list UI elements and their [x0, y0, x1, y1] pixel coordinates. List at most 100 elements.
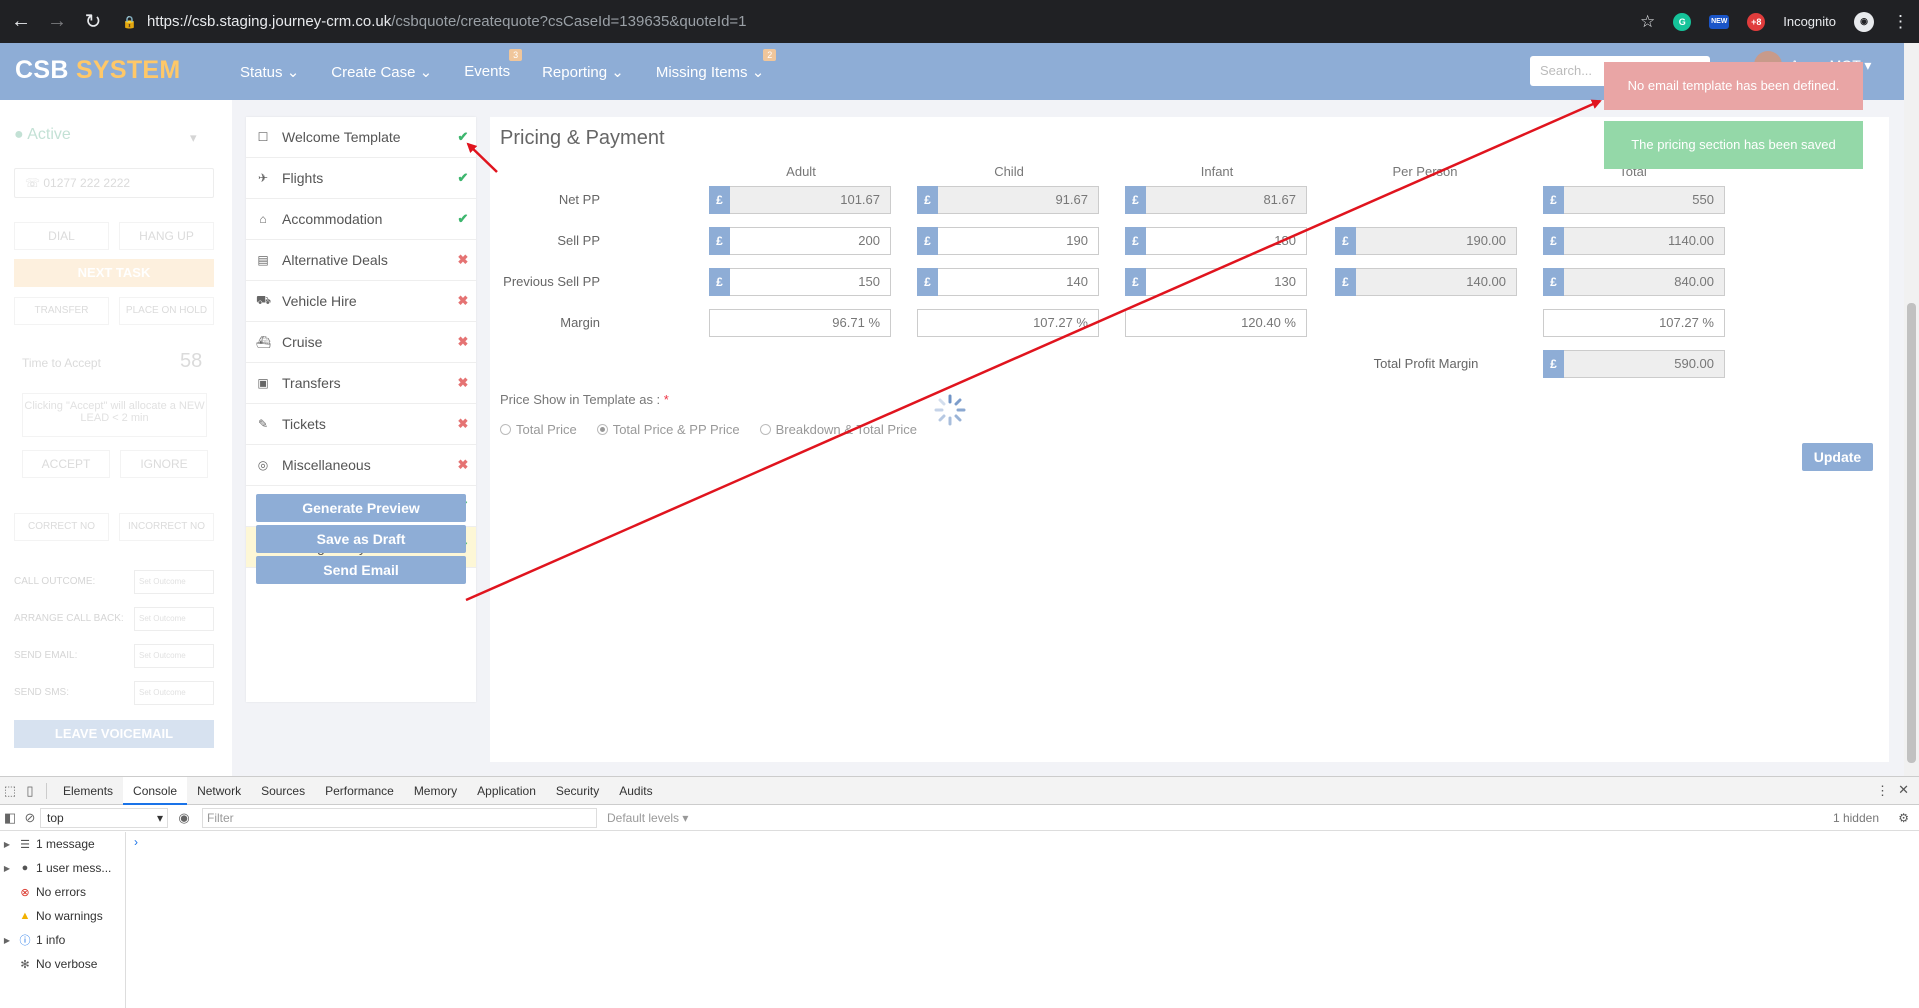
success-toast[interactable]: The pricing section has been saved: [1604, 121, 1863, 169]
leave-voicemail-button[interactable]: LEAVE VOICEMAIL: [14, 720, 214, 748]
devtools-tab-sources[interactable]: Sources: [251, 777, 315, 805]
devtools-tab-console[interactable]: Console: [123, 776, 188, 805]
console-prompt[interactable]: ›: [134, 835, 138, 849]
back-icon[interactable]: ←: [6, 7, 36, 37]
radio-dot-selected[interactable]: [596, 424, 608, 435]
star-icon[interactable]: ☆: [1640, 12, 1655, 32]
section-accommodation[interactable]: ⌂ Accommodation ✔: [246, 199, 476, 240]
sell-pp-infant-value[interactable]: 180: [1146, 227, 1307, 255]
radio-total-and-pp-price[interactable]: Total Price & PP Price: [596, 422, 740, 437]
devtools-tab-application[interactable]: Application: [467, 777, 546, 805]
transfer-button[interactable]: TRANSFER: [14, 297, 109, 325]
grammarly-icon[interactable]: G: [1673, 12, 1692, 31]
console-filter-item[interactable]: ▶ ● 1 user mess...: [0, 856, 125, 880]
margin-label: Margin: [560, 315, 600, 330]
eye-icon[interactable]: ◉: [174, 804, 194, 832]
radio-breakdown-total-price[interactable]: Breakdown & Total Price: [759, 422, 917, 437]
prev-sell-pp-adult[interactable]: £150: [709, 268, 891, 296]
ignore-button[interactable]: IGNORE: [120, 450, 208, 478]
section-welcome-template[interactable]: ☐ Welcome Template ✔: [246, 117, 476, 158]
sell-pp-adult-value[interactable]: 200: [730, 227, 891, 255]
prev-sell-pp-infant[interactable]: £130: [1125, 268, 1307, 296]
section-miscellaneous[interactable]: ◎ Miscellaneous ✖: [246, 445, 476, 486]
generate-preview-button[interactable]: Generate Preview: [256, 494, 466, 522]
page-scrollbar[interactable]: [1904, 43, 1919, 776]
reload-icon[interactable]: ↻: [78, 7, 108, 37]
console-filter-item[interactable]: ▶ ☰ 1 message: [0, 832, 125, 856]
section-vehicle-hire[interactable]: ⛟ Vehicle Hire ✖: [246, 281, 476, 322]
next-task-button[interactable]: NEXT TASK: [14, 259, 214, 287]
console-filter-item[interactable]: ✻ No verbose: [0, 952, 125, 976]
section-tickets[interactable]: ✎ Tickets ✖: [246, 404, 476, 445]
radio-total-price[interactable]: Total Price: [500, 422, 577, 437]
hidden-count: 1 hidden: [1832, 810, 1879, 825]
chevron-down-icon[interactable]: ▾: [190, 130, 197, 146]
devtools-tab-memory[interactable]: Memory: [404, 777, 467, 805]
context-select[interactable]: top ▾: [40, 807, 168, 828]
total-profit-margin: £590.00: [1543, 350, 1725, 378]
prev-sell-pp-child-value[interactable]: 140: [938, 268, 1099, 296]
send-email-button[interactable]: Send Email: [256, 556, 466, 584]
section-transfers[interactable]: ▣ Transfers ✖: [246, 363, 476, 404]
save-as-draft-button[interactable]: Save as Draft: [256, 525, 466, 553]
clear-console-icon[interactable]: ⊘: [20, 804, 40, 832]
agent-status-label: Active: [27, 126, 71, 143]
sell-pp-adult[interactable]: £200: [709, 227, 891, 255]
console-filter-item[interactable]: ⊗ No errors: [0, 880, 125, 904]
send-email-select[interactable]: Set Outcome: [134, 644, 214, 668]
incognito-icon[interactable]: ◉: [1854, 11, 1874, 32]
radio-dot[interactable]: [500, 424, 511, 435]
agent-status[interactable]: ● Active: [14, 126, 71, 144]
nav-create-case[interactable]: Create Case ⌄: [331, 63, 432, 81]
devtools-tab-audits[interactable]: Audits: [609, 777, 662, 805]
arrange-call-back-select[interactable]: Set Outcome: [134, 607, 214, 631]
send-sms-select[interactable]: Set Outcome: [134, 681, 214, 705]
levels-select[interactable]: Default levels ▾: [607, 811, 688, 825]
devtools-menu-icon[interactable]: ⋮: [1876, 783, 1889, 799]
incorrect-no-button[interactable]: INCORRECT NO: [119, 513, 214, 541]
gear-icon[interactable]: ⚙: [1898, 811, 1909, 825]
devtools-tab-performance[interactable]: Performance: [315, 777, 404, 805]
sell-pp-child-value[interactable]: 190: [938, 227, 1099, 255]
inspect-icon[interactable]: ⬚: [0, 777, 20, 805]
console-filter-input[interactable]: Filter: [202, 807, 597, 828]
nav-missing-items[interactable]: Missing Items ⌄ 2: [656, 48, 777, 81]
dial-button[interactable]: DIAL: [14, 222, 109, 250]
place-on-hold-button[interactable]: PLACE ON HOLD: [119, 297, 214, 325]
hang-up-button[interactable]: HANG UP: [119, 222, 214, 250]
brand-logo[interactable]: CSB SYSTEM: [15, 56, 181, 85]
nav-events[interactable]: Events 3: [464, 49, 523, 80]
console-filter-item[interactable]: ▶ ⓘ 1 info: [0, 928, 125, 952]
radio-dot[interactable]: [759, 424, 771, 435]
browser-menu-icon[interactable]: ⋮: [1892, 12, 1909, 32]
accept-button[interactable]: ACCEPT: [22, 450, 110, 478]
correct-no-button[interactable]: CORRECT NO: [14, 513, 109, 541]
nav-status[interactable]: Status ⌄: [240, 63, 299, 81]
update-button[interactable]: Update: [1802, 443, 1873, 471]
new-extension-icon[interactable]: NEW: [1709, 14, 1730, 29]
console-filter-item[interactable]: ▲ No warnings: [0, 904, 125, 928]
close-icon[interactable]: ✕: [1898, 782, 1909, 798]
section-flights[interactable]: ✈ Flights ✔: [246, 158, 476, 199]
devtools-tab-network[interactable]: Network: [187, 777, 251, 805]
prev-sell-pp-child[interactable]: £140: [917, 268, 1099, 296]
sell-pp-total: £1140.00: [1543, 227, 1725, 255]
prev-sell-pp-adult-value[interactable]: 150: [730, 268, 891, 296]
call-outcome-select[interactable]: Set Outcome: [134, 570, 214, 594]
nav-reporting[interactable]: Reporting ⌄: [542, 63, 624, 81]
forward-icon[interactable]: →: [42, 7, 72, 37]
scrollbar-thumb[interactable]: [1907, 303, 1916, 763]
devtools-tab-security[interactable]: Security: [546, 777, 609, 805]
devtools-tab-elements[interactable]: Elements: [53, 777, 123, 805]
sell-pp-child[interactable]: £190: [917, 227, 1099, 255]
section-cruise[interactable]: ⛴ Cruise ✖: [246, 322, 476, 363]
phone-field[interactable]: ☏ 01277 222 2222: [14, 168, 214, 198]
device-toggle-icon[interactable]: ▯: [20, 777, 40, 805]
sidebar-toggle-icon[interactable]: ◧: [0, 804, 20, 832]
badge-extension-icon[interactable]: +8: [1747, 12, 1766, 31]
prev-sell-pp-infant-value[interactable]: 130: [1146, 268, 1307, 296]
sell-pp-infant[interactable]: £180: [1125, 227, 1307, 255]
address-bar[interactable]: 🔒 https://csb.staging.journey-crm.co.uk /…: [122, 13, 747, 30]
error-toast[interactable]: No email template has been defined.: [1604, 62, 1863, 110]
section-alternative-deals[interactable]: ▤ Alternative Deals ✖: [246, 240, 476, 281]
